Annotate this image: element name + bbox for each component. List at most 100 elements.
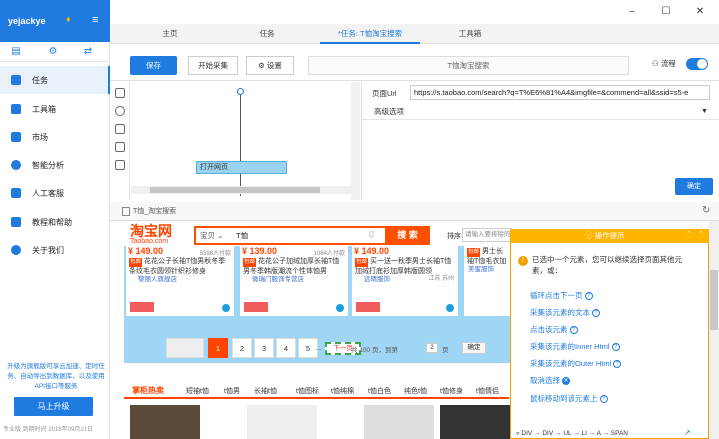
product-thumbnail[interactable] — [440, 405, 510, 439]
exclude-words-input[interactable]: 请输入要排除的词 — [462, 228, 512, 242]
confirm-button[interactable]: 确定 — [675, 178, 713, 195]
product-card[interactable]: ¥ 149.00 包邮 买一送一秋季男士长袖T恤加绒打底衫加厚韩版圆领 远晴服饰 江… — [352, 246, 458, 316]
sidebar-item-market[interactable]: 市场 — [0, 123, 110, 151]
page-button[interactable]: 4 — [276, 338, 296, 358]
tab-tasks[interactable]: 任务 — [237, 24, 297, 44]
category-link[interactable]: t恤图标 — [296, 386, 319, 396]
info-icon[interactable] — [336, 304, 344, 312]
menu-icon[interactable]: ≡ — [92, 15, 98, 26]
close-icon[interactable]: ⌃ — [698, 230, 704, 238]
tab-toolbox[interactable]: 工具箱 — [440, 24, 500, 44]
refresh-icon[interactable]: ↻ — [702, 205, 710, 216]
product-title[interactable]: 包邮 花花公子加绒加厚长袖T恤男冬季韩版潮流个性体恤男 — [240, 256, 348, 275]
product-title[interactable]: 包邮男士长袖T恤毛衣加绒加厚 — [464, 246, 510, 265]
flow-toggle[interactable] — [686, 58, 708, 70]
help-icon[interactable]: ? — [584, 292, 593, 301]
sidebar-item-analysis[interactable]: 智能分析 — [0, 151, 110, 179]
search-category[interactable]: 宝贝 ⌄ — [200, 230, 223, 241]
edit-icon[interactable] — [115, 142, 125, 152]
product-thumbnail[interactable] — [247, 405, 317, 439]
product-card[interactable]: ¥ 139.00 1084人付款 包邮 花花公子加绒加厚长袖T恤男冬季韩版潮流个性… — [240, 246, 348, 316]
sidebar-item-toolbox[interactable]: 工具箱 — [0, 95, 110, 123]
cancel-icon[interactable]: ✕ — [562, 377, 570, 386]
close-icon[interactable]: ✕ — [694, 6, 706, 18]
tab-current-task[interactable]: *任务: T恤淘宝搜索 — [320, 24, 420, 44]
sidebar-item-tasks[interactable]: 任务 — [0, 66, 110, 94]
start-collect-button[interactable]: 开始采集 — [188, 56, 238, 75]
product-title[interactable]: 包邮 花花公子长袖T恤男秋冬季条纹毛衣圆领针织衫修身 — [126, 256, 234, 275]
flow-node-open-page[interactable]: 打开网页 — [196, 161, 287, 174]
page-number-input[interactable]: 2 — [426, 343, 438, 353]
action-cancel-selection[interactable]: 取消选择 ✕ — [530, 375, 570, 386]
action-collect-text[interactable]: 采集该元素的文本? — [530, 307, 600, 318]
external-link-icon[interactable]: ↗ — [684, 428, 691, 437]
chevron-down-icon[interactable]: ▼ — [701, 108, 708, 115]
shop-link[interactable]: 微瑞门服饰专营店 — [240, 275, 348, 284]
save-button[interactable]: 保存 — [130, 56, 177, 75]
help-icon[interactable]: ? — [599, 395, 608, 404]
page-scroll-thumb[interactable] — [710, 270, 718, 330]
page-scrollbar[interactable] — [709, 221, 719, 439]
settings-button[interactable]: ⚙ 设置 — [246, 56, 294, 75]
canvas-scroll-thumb[interactable] — [150, 187, 320, 193]
search-button[interactable]: 搜 索 — [385, 226, 430, 245]
action-click-element[interactable]: 点击该元素? — [530, 324, 578, 335]
page-button[interactable]: 1 — [208, 338, 228, 358]
product-card[interactable]: 包邮男士长袖T恤毛衣加绒加厚 美蜜服饰 — [464, 246, 510, 316]
category-link[interactable]: 纯色t恤 — [404, 386, 427, 396]
canvas-vertical-scrollbar[interactable] — [351, 82, 360, 200]
advanced-options[interactable]: 高级选项 — [362, 104, 719, 120]
clipboard-icon[interactable]: ▤ — [10, 46, 22, 58]
sidebar-item-help[interactable]: 教程和帮助 — [0, 208, 110, 236]
action-collect-inner-html[interactable]: 采集该元素的Inner Html? — [530, 341, 620, 352]
product-title[interactable]: 包邮 买一送一秋季男士长袖T恤加绒打底衫加厚韩版圆领 — [352, 256, 458, 275]
product-card[interactable]: ¥ 149.00 5598人付款 包邮 花花公子长袖T恤男秋冬季条纹毛衣圆领针织衫… — [126, 246, 234, 316]
gear-icon[interactable]: ⚙ — [47, 46, 59, 58]
element-path[interactable]: « DIV → DIV → UL → LI → A → SPAN — [516, 430, 628, 437]
action-collect-outer-html[interactable]: 采集该元素的Outer Html? — [530, 358, 622, 369]
category-link[interactable]: 短袖t恤 — [186, 386, 209, 396]
category-link[interactable]: t恤白色 — [368, 386, 391, 396]
select-icon[interactable] — [115, 88, 125, 98]
sidebar-item-support[interactable]: 人工客服 — [0, 179, 110, 207]
category-link[interactable]: t恤男 — [224, 386, 240, 396]
search-input[interactable]: T恤 — [236, 230, 248, 241]
sidebar-item-about[interactable]: 关于我们 — [0, 236, 110, 264]
camera-icon[interactable]: ⌷ — [369, 229, 374, 240]
help-icon[interactable]: ? — [569, 326, 578, 335]
go-page-button[interactable]: 确定 — [462, 342, 486, 354]
operation-tips-header[interactable]: ⓘ 操作提示 — [510, 229, 709, 243]
category-link[interactable]: 长袖t恤 — [254, 386, 277, 396]
page-button[interactable]: 2 — [232, 338, 252, 358]
tab-home[interactable]: 主页 — [140, 24, 200, 44]
mouse-icon[interactable] — [115, 106, 125, 116]
url-field[interactable]: https://s.taobao.com/search?q=T%E6%81%A4… — [410, 85, 710, 100]
minimize-icon[interactable]: – — [626, 6, 638, 18]
help-icon[interactable]: ? — [613, 360, 622, 369]
product-thumbnail[interactable] — [130, 405, 200, 439]
shop-link[interactable]: 远晴服饰 江苏 苏州 — [352, 275, 458, 284]
product-thumbnail[interactable] — [364, 405, 434, 439]
action-hover-element[interactable]: 鼠标移动到该元素上? — [530, 393, 608, 404]
upgrade-button[interactable]: 马上升级 — [14, 397, 93, 416]
category-link[interactable]: t恤纯棉 — [331, 386, 354, 396]
taobao-logo[interactable]: 淘宝网 — [130, 224, 172, 238]
comment-icon[interactable] — [115, 160, 125, 170]
help-icon[interactable]: ? — [592, 309, 600, 318]
category-link[interactable]: t恤修身 — [440, 386, 463, 396]
export-icon[interactable] — [115, 124, 125, 134]
shop-link[interactable]: 美蜜服饰 — [464, 265, 510, 274]
maximize-icon[interactable]: ☐ — [660, 6, 672, 18]
page-button[interactable]: 3 — [254, 338, 274, 358]
category-link[interactable]: t恤情侣 — [476, 386, 499, 396]
prev-page-button[interactable] — [166, 338, 204, 358]
task-title-field[interactable]: T恤淘宝搜索 — [308, 56, 629, 75]
flow-canvas[interactable] — [131, 82, 360, 200]
shop-link[interactable]: 黎丽人旗舰店 — [126, 275, 234, 284]
share-icon[interactable]: ⇄ — [82, 46, 94, 58]
collapse-icon[interactable]: ⌃ — [686, 230, 692, 238]
info-icon[interactable] — [222, 304, 230, 312]
info-icon[interactable] — [446, 304, 454, 312]
action-loop-next-page[interactable]: 循环点击下一页? — [530, 290, 593, 301]
help-icon[interactable]: ? — [611, 343, 620, 352]
